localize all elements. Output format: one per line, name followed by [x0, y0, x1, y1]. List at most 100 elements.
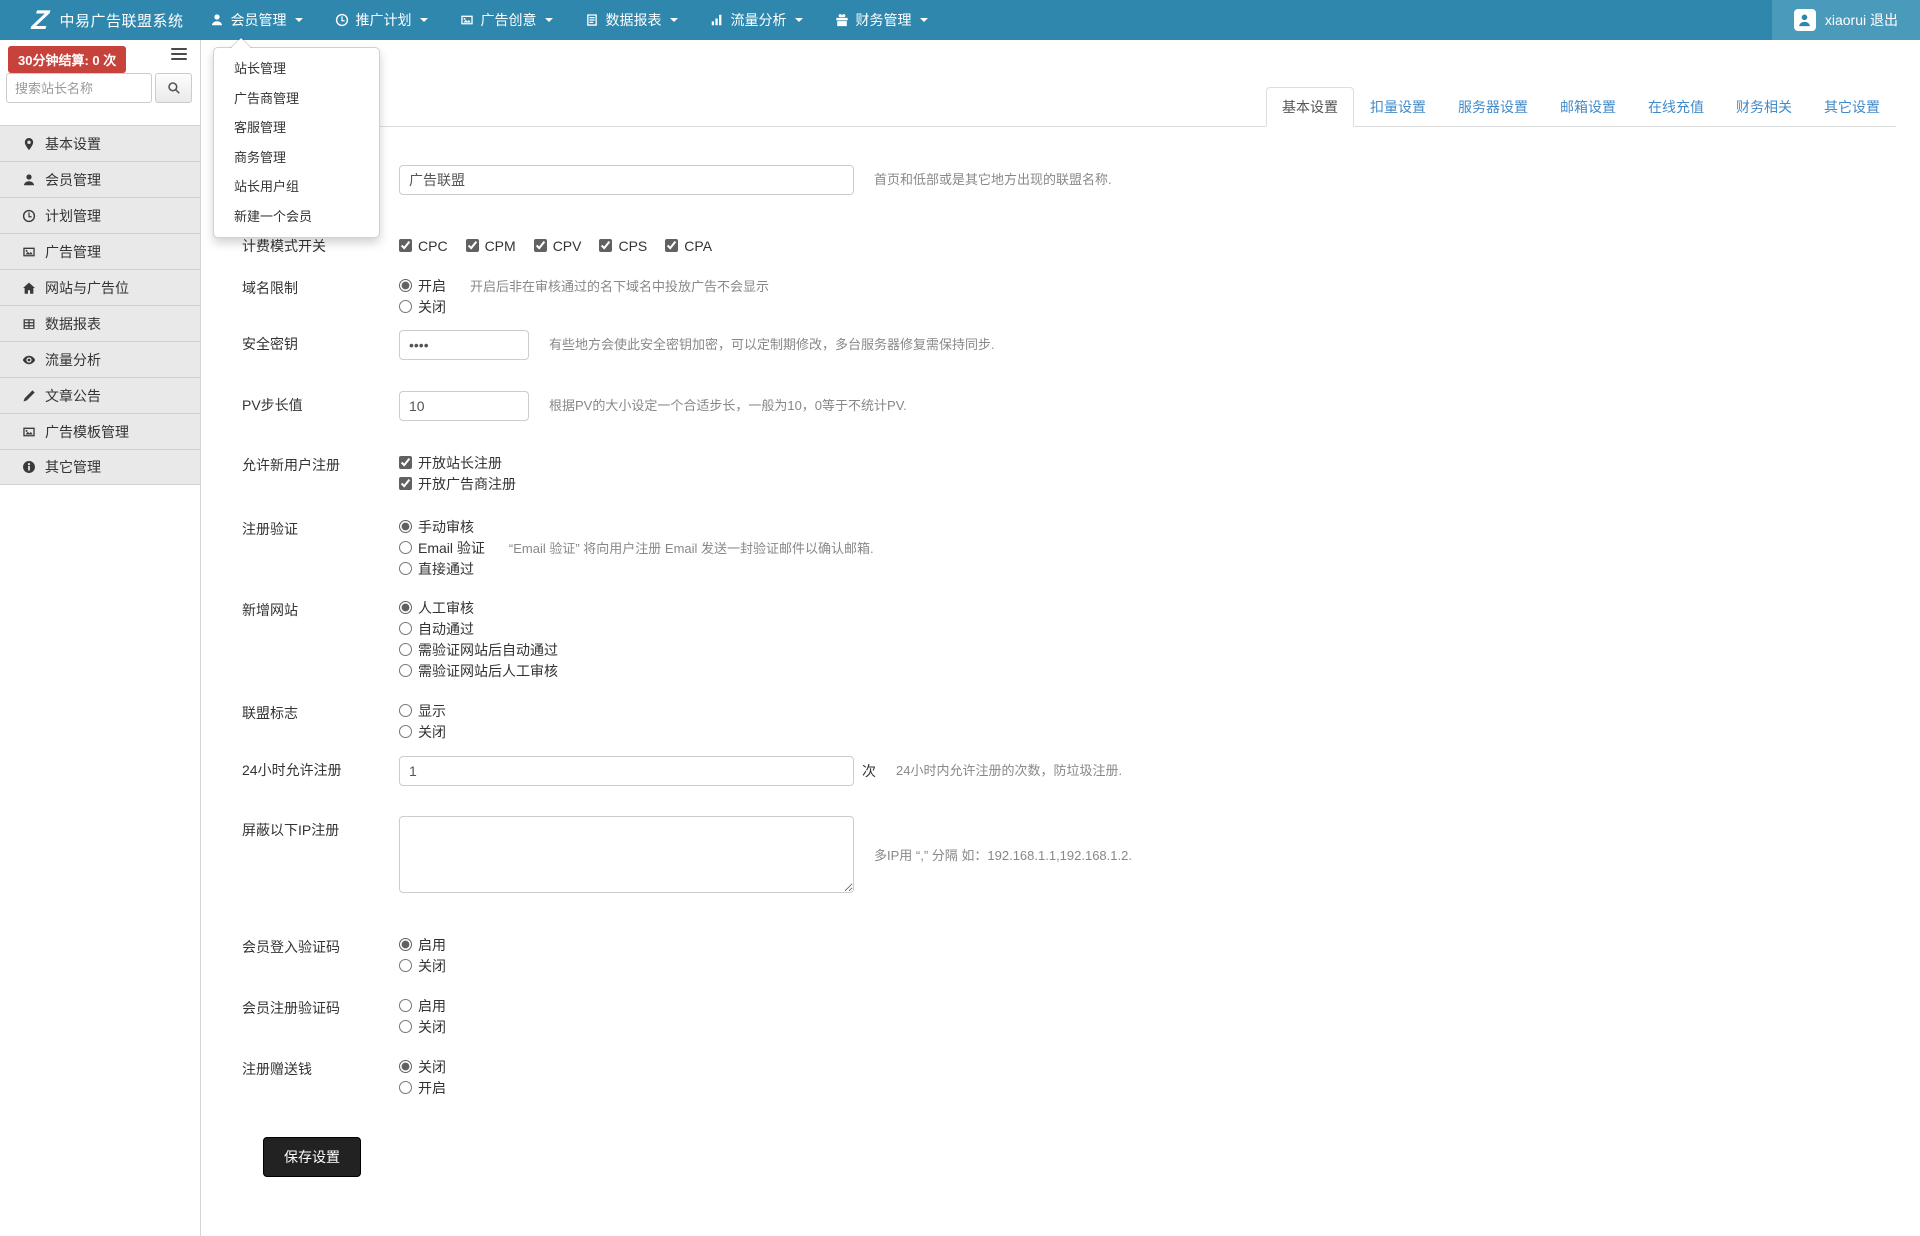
search-input[interactable]	[6, 73, 152, 103]
tab-basic-settings[interactable]: 基本设置	[1266, 87, 1354, 127]
register-verify-option[interactable]: 手动审核	[399, 516, 474, 537]
option-label: CPV	[553, 238, 582, 254]
sidebar-item[interactable]: 流量分析	[0, 341, 200, 377]
allow-register-checkbox[interactable]	[399, 456, 412, 469]
billing-mode-option[interactable]: CPM	[466, 235, 516, 256]
register-verify-radio[interactable]	[399, 562, 412, 575]
tab-item[interactable]: 财务相关	[1720, 87, 1808, 127]
dropdown-menu-item[interactable]: 站长用户组	[214, 172, 379, 202]
new-site-option[interactable]: 需验证网站后人工审核	[399, 660, 558, 681]
tab-item[interactable]: 在线充值	[1632, 87, 1720, 127]
login-captcha-radio[interactable]	[399, 938, 412, 951]
register-gift-radio[interactable]	[399, 1060, 412, 1073]
navbar-menu-item[interactable]: 会员管理	[194, 0, 319, 40]
sidebar-item[interactable]: 会员管理	[0, 161, 200, 197]
dropdown-menu-item[interactable]: 广告商管理	[214, 84, 379, 114]
allow-register-option[interactable]: 开放广告商注册	[399, 473, 516, 494]
pv-step-input[interactable]	[399, 391, 529, 421]
union-logo-option[interactable]: 关闭	[399, 721, 446, 742]
allow-register-option[interactable]: 开放站长注册	[399, 452, 502, 473]
register-verify-options: 手动审核 Email 验证 “Email 验证” 将向用户注册 Email 发送…	[399, 515, 874, 579]
domain-limit-option[interactable]: 关闭	[399, 296, 446, 317]
register-captcha-option[interactable]: 关闭	[399, 1016, 446, 1037]
billing-mode-option[interactable]: CPC	[399, 235, 448, 256]
navbar-menu-item[interactable]: 流量分析	[694, 0, 819, 40]
search-button[interactable]	[155, 73, 192, 103]
domain-limit-radio[interactable]	[399, 300, 412, 313]
sidebar-item[interactable]: 其它管理	[0, 449, 200, 485]
security-key-input[interactable]	[399, 330, 529, 360]
register-captcha-radio[interactable]	[399, 999, 412, 1012]
union-logo-radio[interactable]	[399, 704, 412, 717]
billing-mode-option[interactable]: CPS	[599, 235, 647, 256]
billing-mode-checkbox[interactable]	[399, 239, 412, 252]
register-gift-option[interactable]: 关闭	[399, 1056, 446, 1077]
dropdown-menu-item[interactable]: 站长管理	[214, 54, 379, 84]
billing-mode-checkbox[interactable]	[466, 239, 479, 252]
sidebar: 30分钟结算: 0 次 基本设置 会员管理 计划管理 广告管理	[0, 40, 201, 1236]
brand[interactable]: Z 中易广告联盟系统	[32, 7, 184, 34]
register-24h-unit: 次	[862, 756, 876, 786]
tab-item[interactable]: 扣量设置	[1354, 87, 1442, 127]
login-captcha-radio[interactable]	[399, 959, 412, 972]
register-captcha-radio[interactable]	[399, 1020, 412, 1033]
user-menu[interactable]: xiaorui 退出	[1772, 0, 1920, 40]
tab-item[interactable]: 其它设置	[1808, 87, 1896, 127]
navbar-menu-item[interactable]: 广告创意	[444, 0, 569, 40]
brand-logo-icon: Z	[31, 7, 50, 34]
register-captcha-option[interactable]: 启用	[399, 995, 446, 1016]
domain-limit-radio[interactable]	[399, 279, 412, 292]
sidebar-item[interactable]: 广告模板管理	[0, 413, 200, 449]
register-verify-option[interactable]: 直接通过	[399, 558, 474, 579]
register-verify-radio[interactable]	[399, 520, 412, 533]
sidebar-item[interactable]: 基本设置	[0, 125, 200, 161]
menu-toggle-icon[interactable]	[171, 46, 187, 65]
navbar-menu-item[interactable]: 数据报表	[569, 0, 694, 40]
login-captcha-option[interactable]: 启用	[399, 934, 446, 955]
new-site-option[interactable]: 需验证网站后自动通过	[399, 639, 558, 660]
new-site-option[interactable]: 人工审核	[399, 597, 474, 618]
sidebar-item-label: 广告管理	[45, 242, 101, 262]
billing-mode-option[interactable]: CPV	[534, 235, 582, 256]
block-ip-textarea[interactable]	[399, 816, 854, 893]
register-verify-option[interactable]: Email 验证 “Email 验证” 将向用户注册 Email 发送一封验证邮…	[399, 537, 874, 558]
union-logo-option[interactable]: 显示	[399, 700, 446, 721]
register-gift-option[interactable]: 开启	[399, 1077, 446, 1098]
sidebar-item[interactable]: 网站与广告位	[0, 269, 200, 305]
union-name-input[interactable]	[399, 165, 854, 195]
sidebar-item[interactable]: 文章公告	[0, 377, 200, 413]
navbar-menu-label: 推广计划	[356, 10, 412, 30]
union-logo-radio[interactable]	[399, 725, 412, 738]
save-settings-button[interactable]: 保存设置	[263, 1137, 361, 1177]
dropdown-menu-item[interactable]: 商务管理	[214, 143, 379, 173]
navbar-menu-item[interactable]: 推广计划	[319, 0, 444, 40]
login-captcha-option[interactable]: 关闭	[399, 955, 446, 976]
billing-mode-option[interactable]: CPA	[665, 235, 712, 256]
field-label-login-captcha: 会员登入验证码	[242, 933, 399, 957]
domain-limit-option[interactable]: 开启 开启后非在审核通过的名下域名中投放广告不会显示	[399, 275, 769, 296]
new-site-radio[interactable]	[399, 622, 412, 635]
new-site-option[interactable]: 自动通过	[399, 618, 474, 639]
billing-mode-checkbox[interactable]	[599, 239, 612, 252]
tab-item[interactable]: 服务器设置	[1442, 87, 1544, 127]
sidebar-item[interactable]: 数据报表	[0, 305, 200, 341]
new-site-radio[interactable]	[399, 601, 412, 614]
new-site-radio[interactable]	[399, 643, 412, 656]
tab-item[interactable]: 邮箱设置	[1544, 87, 1632, 127]
dropdown-menu-item[interactable]: 新建一个会员	[214, 202, 379, 232]
register-gift-radio[interactable]	[399, 1081, 412, 1094]
sidebar-item[interactable]: 计划管理	[0, 197, 200, 233]
register-verify-radio[interactable]	[399, 541, 412, 554]
sidebar-menu: 基本设置 会员管理 计划管理 广告管理 网站与广告位	[0, 125, 200, 485]
allow-register-checkbox[interactable]	[399, 477, 412, 490]
new-site-radio[interactable]	[399, 664, 412, 677]
billing-mode-checkbox[interactable]	[534, 239, 547, 252]
dropdown-menu-item[interactable]: 客服管理	[214, 113, 379, 143]
billing-mode-checkbox[interactable]	[665, 239, 678, 252]
field-label-domain-limit: 域名限制	[242, 274, 399, 298]
sidebar-item[interactable]: 广告管理	[0, 233, 200, 269]
register-24h-input[interactable]	[399, 756, 854, 786]
new-site-options: 人工审核 自动通过 需验证网站后自动通过 需验证网站后人工审核	[399, 596, 558, 681]
navbar-menu-item[interactable]: 财务管理	[819, 0, 944, 40]
option-label: 关闭	[418, 297, 446, 317]
